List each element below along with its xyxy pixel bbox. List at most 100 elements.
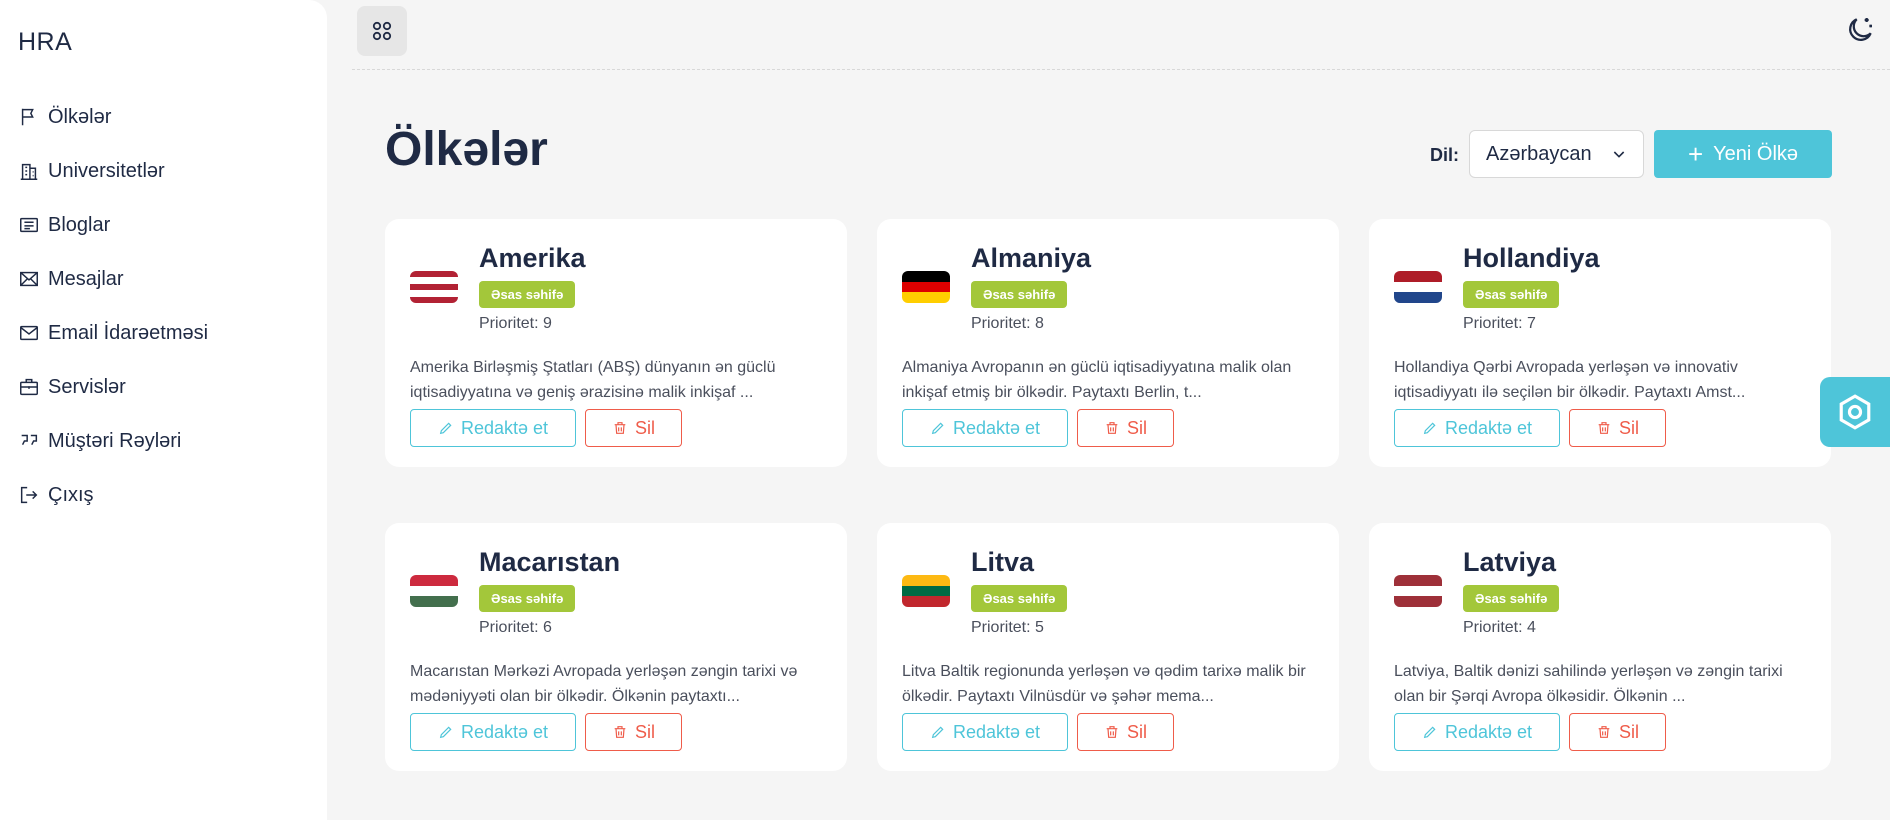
language-select-value: Azərbaycan [1486, 142, 1592, 165]
edit-button[interactable]: Redaktə et [902, 713, 1068, 751]
sidebar-item-label: Çıxış [48, 483, 94, 506]
new-country-button[interactable]: + Yeni Ölkə [1654, 130, 1832, 178]
moon-icon [1849, 18, 1872, 41]
country-description: Hollandiya Qərbi Avropada yerləşən və in… [1394, 359, 1746, 401]
delete-button[interactable]: Sil [1569, 409, 1666, 447]
sidebar-item-services[interactable]: Servislər [18, 360, 208, 414]
edit-button[interactable]: Redaktə et [1394, 409, 1560, 447]
country-description: Litva Baltik regionunda yerləşən və qədi… [902, 663, 1306, 705]
delete-button-label: Sil [1618, 721, 1639, 742]
brand-logo[interactable]: HRA [18, 28, 72, 57]
newspaper-icon [20, 217, 38, 233]
priority-text: Prioritet: 7 [1463, 315, 1536, 332]
country-name: Amerika [479, 243, 586, 273]
delete-button[interactable]: Sil [585, 409, 682, 447]
delete-button[interactable]: Sil [1077, 409, 1174, 447]
sidebar-item-countries[interactable]: Ölkələr [18, 90, 208, 144]
settings-float-button[interactable] [1820, 377, 1890, 447]
language-label: Dil: [1430, 145, 1459, 165]
edit-button[interactable]: Redaktə et [902, 409, 1068, 447]
delete-button-label: Sil [1618, 417, 1639, 438]
delete-button-label: Sil [634, 721, 655, 742]
country-description: Almaniya Avropanın ən güclü iqtisadiyyat… [902, 359, 1292, 401]
sidebar: HRA Ölkələr Universitetlər Bloglar Mesaj… [0, 0, 327, 820]
country-name: Litva [971, 547, 1035, 577]
pencil-icon [1423, 726, 1436, 739]
sidebar-item-email-management[interactable]: Email İdarəetməsi [18, 306, 208, 360]
delete-button[interactable]: Sil [1077, 713, 1174, 751]
sidebar-item-label: Mesajlar [48, 267, 124, 290]
logout-icon [20, 486, 38, 504]
country-flag-icon [1394, 575, 1442, 607]
delete-button[interactable]: Sil [585, 713, 682, 751]
country-flag-icon [1394, 271, 1442, 303]
status-badge: Əsas səhifə [479, 281, 576, 308]
country-card: Latviya Əsas səhifə Prioritet: 4 Latviya, B… [1369, 523, 1831, 771]
quote-icon [21, 434, 38, 445]
edit-button[interactable]: Redaktə et [410, 713, 576, 751]
trash-icon [614, 726, 626, 738]
delete-button-label: Sil [1126, 721, 1147, 742]
language-select[interactable]: Azərbaycan [1469, 130, 1644, 178]
country-flag-icon [410, 271, 458, 303]
pencil-icon [931, 726, 944, 739]
sidebar-item-label: Müştəri Rəyləri [48, 429, 182, 452]
theme-toggle-button[interactable] [1844, 14, 1876, 46]
edit-button-label: Redaktə et [952, 721, 1041, 742]
country-description: Amerika Birləşmiş Ştatları (ABŞ) dünyanı… [410, 359, 776, 401]
trash-icon [614, 422, 626, 434]
new-country-label: Yeni Ölkə [1713, 142, 1799, 165]
edit-button[interactable]: Redaktə et [1394, 713, 1560, 751]
trash-icon [1598, 726, 1610, 738]
trash-icon [1598, 422, 1610, 434]
country-card: Macarıstan Əsas səhifə Prioritet: 6 Macarıs… [385, 523, 847, 771]
sidebar-item-reviews[interactable]: Müştəri Rəyləri [18, 414, 208, 468]
grid-icon [372, 21, 392, 41]
flag-icon [21, 108, 34, 126]
sidebar-item-blogs[interactable]: Bloglar [18, 198, 208, 252]
trash-icon [1106, 726, 1118, 738]
pencil-icon [931, 422, 944, 435]
topbar [352, 0, 1890, 70]
sidebar-item-label: Servislər [48, 375, 126, 398]
status-badge: Əsas səhifə [971, 281, 1068, 308]
country-card: Almaniya Əsas səhifə Prioritet: 8 Almaniya … [877, 219, 1339, 467]
briefcase-icon [20, 378, 38, 396]
pencil-icon [1423, 422, 1436, 435]
country-card: Hollandiya Əsas səhifə Prioritet: 7 Holland… [1369, 219, 1831, 467]
sidebar-item-label: Email İdarəetməsi [48, 321, 209, 344]
pencil-icon [439, 422, 452, 435]
priority-text: Prioritet: 9 [479, 315, 552, 332]
priority-text: Prioritet: 8 [971, 315, 1044, 332]
country-flag-icon [902, 271, 950, 303]
status-badge: Əsas səhifə [479, 585, 576, 612]
settings-hex-icon [1839, 394, 1871, 430]
plus-icon: + [1687, 139, 1704, 169]
country-flag-icon [410, 575, 458, 607]
priority-text: Prioritet: 5 [971, 619, 1044, 636]
building-icon [20, 163, 38, 180]
edit-button-label: Redaktə et [1444, 721, 1533, 742]
sidebar-item-label: Bloglar [48, 213, 111, 236]
delete-button-label: Sil [634, 417, 655, 438]
country-description: Macarıstan Mərkəzi Avropada yerləşən zən… [410, 663, 798, 705]
sidebar-item-universities[interactable]: Universitetlər [18, 144, 208, 198]
edit-button[interactable]: Redaktə et [410, 409, 576, 447]
page-title: Ölkələr [385, 123, 548, 176]
edit-button-label: Redaktə et [460, 417, 549, 438]
country-description: Latviya, Baltik dənizi sahilində yerləşə… [1394, 663, 1783, 705]
sidebar-item-label: Universitetlər [48, 159, 165, 182]
pencil-icon [439, 726, 452, 739]
edit-button-label: Redaktə et [460, 721, 549, 742]
sidebar-item-messages[interactable]: Mesajlar [18, 252, 208, 306]
delete-button-label: Sil [1126, 417, 1147, 438]
mail-icon [20, 325, 38, 341]
delete-button[interactable]: Sil [1569, 713, 1666, 751]
apps-menu-button[interactable] [357, 6, 407, 56]
status-badge: Əsas səhifə [971, 585, 1068, 612]
chevron-down-icon [1613, 151, 1625, 158]
sidebar-item-label: Ölkələr [48, 105, 112, 128]
priority-text: Prioritet: 4 [1463, 619, 1536, 636]
country-name: Latviya [1463, 547, 1557, 577]
sidebar-item-logout[interactable]: Çıxış [18, 468, 208, 522]
